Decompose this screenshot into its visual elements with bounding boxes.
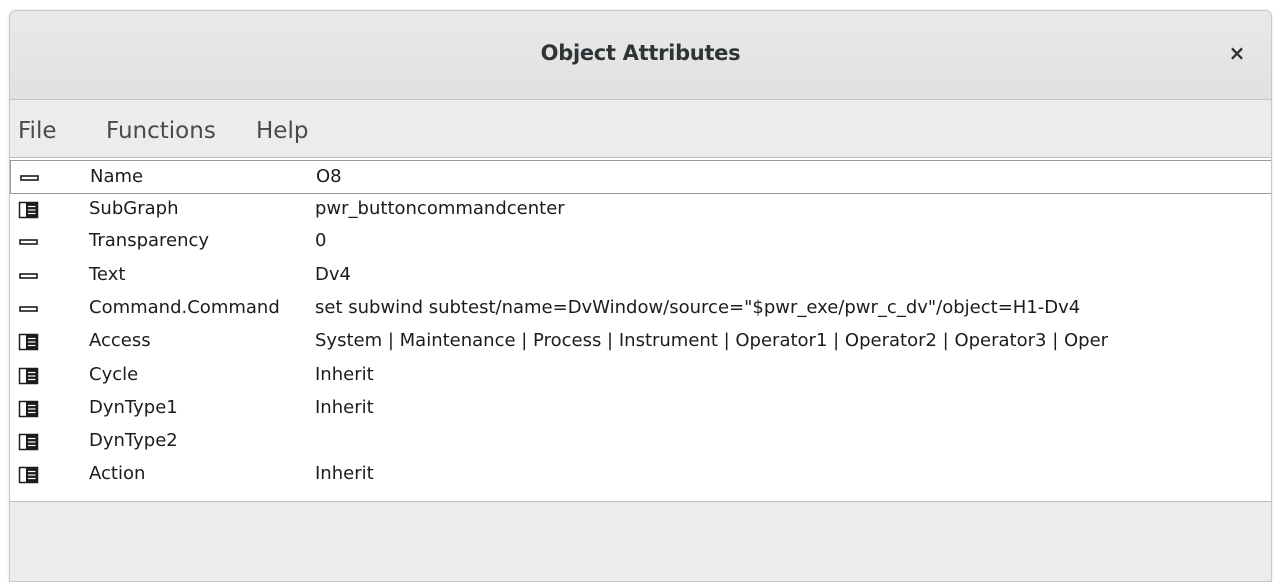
- object-attributes-window: Object Attributes × File Functions Help …: [9, 10, 1272, 582]
- folder-icon[interactable]: [18, 399, 40, 419]
- value-icon[interactable]: [18, 299, 40, 319]
- value-icon[interactable]: [19, 168, 41, 188]
- folder-icon[interactable]: [18, 432, 40, 452]
- attribute-row[interactable]: DynType1 Inherit: [10, 392, 1271, 426]
- attribute-value: Inherit: [315, 397, 374, 418]
- attribute-value: Dv4: [315, 264, 351, 285]
- status-area: [10, 502, 1271, 581]
- attribute-name: Action: [89, 463, 146, 484]
- attribute-row[interactable]: Access System | Maintenance | Process | I…: [10, 325, 1271, 359]
- menu-bar: File Functions Help: [10, 100, 1271, 164]
- attribute-name: DynType2: [89, 430, 178, 451]
- title-bar[interactable]: Object Attributes ×: [10, 11, 1271, 100]
- attribute-name: SubGraph: [89, 198, 179, 219]
- attribute-row[interactable]: DynType2: [10, 425, 1271, 459]
- attribute-name: Cycle: [89, 364, 139, 385]
- attribute-row[interactable]: Transparency 0: [10, 225, 1271, 259]
- attribute-value: 0: [315, 230, 327, 251]
- attribute-row[interactable]: SubGraph pwr_buttoncommandcenter: [10, 193, 1271, 227]
- attribute-name: Access: [89, 330, 151, 351]
- folder-icon[interactable]: [18, 465, 40, 485]
- attribute-row[interactable]: Command.Command set subwind subtest/name…: [10, 292, 1271, 326]
- attribute-value: O8: [316, 166, 342, 187]
- value-icon[interactable]: [18, 266, 40, 286]
- folder-icon[interactable]: [18, 332, 40, 352]
- attribute-name: Text: [89, 264, 126, 285]
- menu-help[interactable]: Help: [256, 118, 308, 144]
- attribute-row[interactable]: Name O8: [10, 160, 1271, 194]
- attribute-value: pwr_buttoncommandcenter: [315, 198, 565, 219]
- menu-file[interactable]: File: [18, 118, 57, 144]
- close-icon[interactable]: ×: [1225, 41, 1249, 65]
- attribute-value: Inherit: [315, 463, 374, 484]
- attribute-value: System | Maintenance | Process | Instrum…: [315, 330, 1109, 351]
- attribute-value: set subwind subtest/name=DvWindow/source…: [315, 297, 1081, 318]
- folder-icon[interactable]: [18, 200, 40, 220]
- attribute-name: Name: [90, 166, 144, 187]
- attribute-row[interactable]: Action Inherit: [10, 458, 1271, 492]
- attribute-value: Inherit: [315, 364, 374, 385]
- attribute-name: DynType1: [89, 397, 178, 418]
- folder-icon[interactable]: [18, 366, 40, 386]
- value-icon[interactable]: [18, 232, 40, 252]
- attribute-row[interactable]: Text Dv4: [10, 259, 1271, 293]
- attribute-name: Transparency: [89, 230, 210, 251]
- attribute-row[interactable]: Cycle Inherit: [10, 359, 1271, 393]
- window-title: Object Attributes: [540, 41, 741, 65]
- attribute-name: Command.Command: [89, 297, 280, 318]
- menu-functions[interactable]: Functions: [106, 118, 216, 144]
- attribute-list[interactable]: Name O8 SubGraph pwr_buttoncommandcenter Tra…: [10, 157, 1271, 502]
